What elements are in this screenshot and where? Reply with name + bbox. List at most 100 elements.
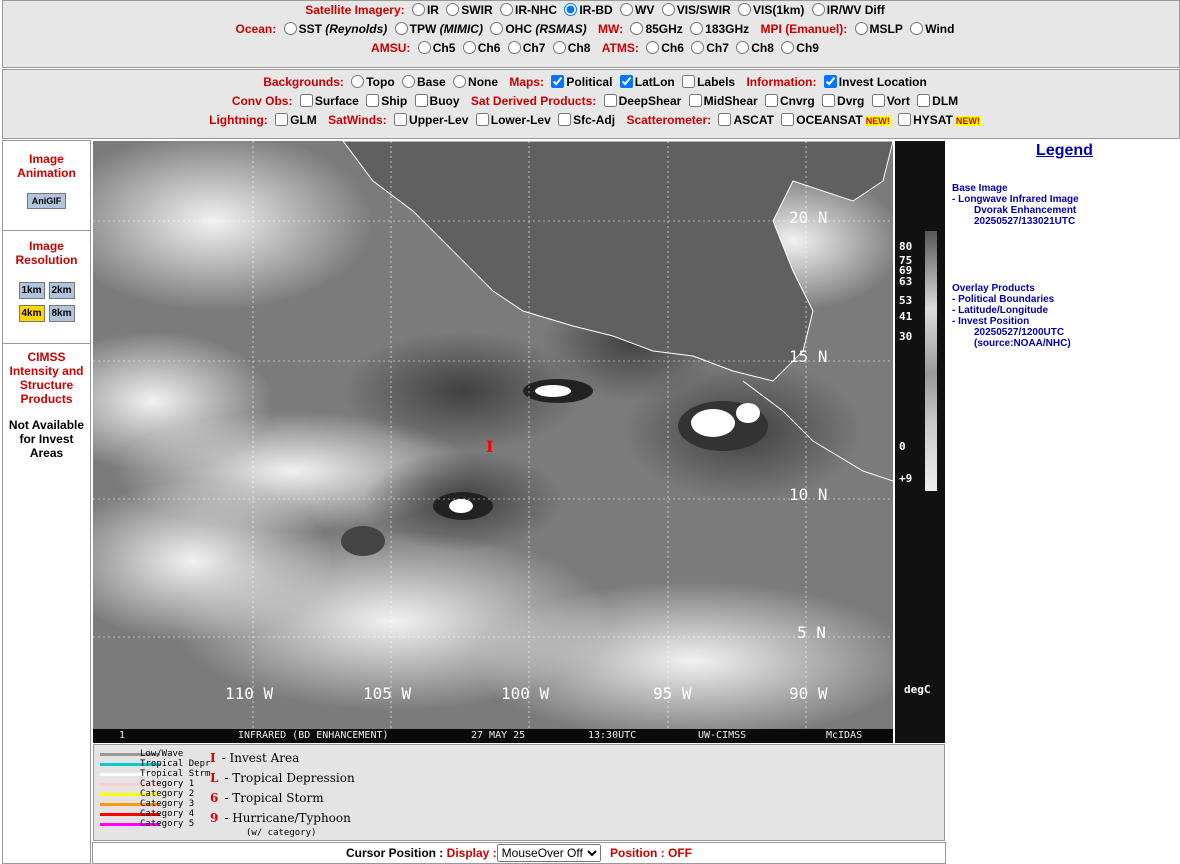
radio-85ghz[interactable]: [630, 22, 644, 35]
radio-atms-ch8[interactable]: [736, 41, 750, 54]
checkbox-ascat[interactable]: [718, 113, 732, 126]
checkbox-buoy[interactable]: [414, 94, 428, 107]
color-scale-unit: degC: [904, 683, 931, 696]
option-amsu-ch5: Ch5: [432, 41, 456, 55]
option-amsu-ch6: Ch6: [477, 41, 501, 55]
backgrounds-label: Backgrounds:: [263, 75, 344, 89]
checkbox-political[interactable]: [551, 75, 565, 88]
radio-amsu-ch5[interactable]: [417, 41, 431, 54]
checkbox-deepshear[interactable]: [603, 94, 617, 107]
option-vis-swir: VIS/SWIR: [676, 3, 731, 17]
resolution-4km-button[interactable]: 4km: [18, 305, 45, 322]
radio-ir[interactable]: [411, 3, 425, 16]
lat-label: 20 N: [789, 208, 828, 227]
radio-topo[interactable]: [351, 75, 365, 88]
radio-vis-1km[interactable]: [738, 3, 752, 16]
checkbox-vort[interactable]: [871, 94, 885, 107]
tropical-storm-legend: 6 - Tropical Storm: [210, 791, 324, 805]
radio-wv[interactable]: [620, 3, 633, 16]
radio-sst[interactable]: [283, 22, 297, 35]
tropical-depression-legend: L - Tropical Depression: [210, 771, 355, 785]
mpi-label: MPI (Emanuel):: [760, 22, 848, 36]
not-available-text: Not Available for Invest Areas: [8, 418, 85, 460]
cursor-status-bar: Cursor Position : Display : MouseOver Off…: [92, 842, 946, 864]
radio-ir-bd[interactable]: [564, 3, 578, 16]
radio-vis-swir[interactable]: [661, 3, 675, 16]
checkbox-ship[interactable]: [366, 94, 380, 107]
conv-obs-label: Conv Obs:: [231, 94, 293, 108]
radio-amsu-ch7[interactable]: [507, 41, 521, 54]
lon-label: 110 W: [225, 684, 274, 703]
radio-tpw[interactable]: [394, 22, 408, 35]
radio-swir[interactable]: [446, 3, 460, 16]
option-labels: Labels: [697, 75, 736, 89]
radio-ir-nhc[interactable]: [499, 3, 513, 16]
cimss-title: CIMSS Intensity and Structure Products: [9, 350, 84, 406]
track-category-label: Category 3: [140, 799, 195, 809]
option-ir-nhc: IR-NHC: [514, 3, 557, 17]
resolution-8km-button[interactable]: 8km: [48, 305, 75, 322]
legend-title: Legend: [1036, 142, 1093, 159]
radio-ir-wv-diff[interactable]: [811, 3, 825, 16]
conv-obs-row: Conv Obs: Surface Ship Buoy Sat Derived …: [3, 92, 1179, 111]
option-glm: GLM: [290, 113, 317, 127]
information-label: Information:: [746, 75, 817, 89]
anigif-button[interactable]: AniGIF: [26, 193, 67, 209]
new-badge: NEW!: [864, 116, 891, 126]
radio-atms-ch6[interactable]: [646, 41, 660, 54]
overlay-products-title: Overlay Products: [952, 283, 1035, 294]
checkbox-hysat[interactable]: [898, 113, 912, 126]
color-scale-ticks: 80 75 69 63 53 41 30 0 +9: [899, 240, 912, 486]
checkbox-cnvrg[interactable]: [765, 94, 779, 107]
cimss-section: CIMSS Intensity and Structure Products N…: [3, 344, 90, 460]
satellite-map-image[interactable]: I 20 N 15 N 10 N 5 N 110 W 105 W 100 W 9…: [93, 141, 893, 729]
checkbox-surface[interactable]: [299, 94, 313, 107]
option-tpw: TPW: [409, 22, 437, 36]
option-85ghz: 85GHz: [645, 22, 683, 36]
resolution-1km-button[interactable]: 1km: [18, 282, 45, 299]
track-category-label: Category 2: [140, 789, 195, 799]
tick-label: 63: [899, 275, 913, 288]
tick-label: 41: [899, 310, 913, 323]
base-image-title: Base Image: [952, 183, 1008, 194]
checkbox-invest-location[interactable]: [823, 75, 837, 88]
invest-marker-icon[interactable]: I: [486, 437, 493, 456]
option-ir: IR: [426, 3, 439, 17]
checkbox-midshear[interactable]: [688, 94, 702, 107]
checkbox-labels[interactable]: [682, 75, 696, 88]
track-category-label: Category 4: [140, 809, 195, 819]
caption-org: UW-CIMSS: [698, 730, 747, 741]
radio-atms-ch9[interactable]: [781, 41, 795, 54]
checkbox-lower-lev[interactable]: [475, 113, 489, 126]
lon-label: 105 W: [363, 684, 412, 703]
checkbox-dvrg[interactable]: [822, 94, 836, 107]
invest-symbol-icon: I: [210, 751, 216, 765]
option-base: Base: [417, 75, 446, 89]
radio-ohc[interactable]: [490, 22, 504, 35]
radio-amsu-ch8[interactable]: [552, 41, 566, 54]
checkbox-latlon[interactable]: [619, 75, 633, 88]
option-political: Political: [566, 75, 613, 89]
checkbox-glm[interactable]: [275, 113, 289, 126]
caption-system: McIDAS: [826, 730, 863, 741]
lon-label: 100 W: [501, 684, 550, 703]
checkbox-dlm[interactable]: [917, 94, 931, 107]
checkbox-oceansat[interactable]: [781, 113, 795, 126]
radio-amsu-ch6[interactable]: [462, 41, 476, 54]
position-status: Position : OFF: [610, 846, 693, 860]
option-cnvrg: Cnvrg: [780, 94, 815, 108]
radio-183ghz[interactable]: [690, 22, 704, 35]
checkbox-upper-lev[interactable]: [394, 113, 408, 126]
option-tpw-source: (MIMIC): [439, 22, 483, 36]
radio-atms-ch7[interactable]: [691, 41, 705, 54]
resolution-2km-button[interactable]: 2km: [48, 282, 75, 299]
radio-mslp[interactable]: [854, 22, 868, 35]
radio-base[interactable]: [402, 75, 415, 88]
tick-label: 53: [899, 294, 913, 307]
checkbox-sfc-adj[interactable]: [558, 113, 572, 126]
radio-none[interactable]: [453, 75, 467, 88]
option-vis-1km: VIS(1km): [753, 3, 805, 17]
depression-symbol-icon: L: [210, 771, 219, 785]
radio-wind[interactable]: [910, 22, 924, 35]
mouseover-select[interactable]: MouseOver Off: [496, 844, 601, 862]
